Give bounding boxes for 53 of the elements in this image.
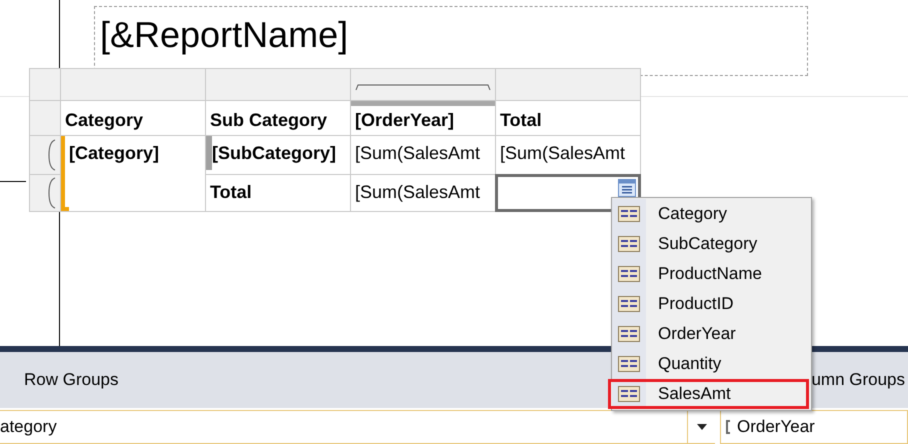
menu-item-label: ProductName xyxy=(657,263,762,286)
row-group-bracket-icon xyxy=(48,177,56,209)
row-handle[interactable] xyxy=(30,101,60,135)
field-icon xyxy=(618,386,640,402)
table-header-cell: Category xyxy=(61,101,205,135)
field-icon xyxy=(618,266,640,282)
table-header-cell: [OrderYear] xyxy=(351,101,495,135)
menu-item-label: Category xyxy=(657,203,727,226)
caret-down-icon xyxy=(696,424,706,430)
cell-text: [Sum(SalesAmt xyxy=(500,143,626,163)
field-list-icon[interactable] xyxy=(618,179,636,197)
row-handle[interactable] xyxy=(30,175,60,211)
group-name: ategory xyxy=(0,416,58,438)
group-marker-icon xyxy=(206,136,212,170)
row-handle[interactable] xyxy=(30,136,60,174)
cell-text: [Sum(SalesAmt xyxy=(355,143,480,163)
column-group-field[interactable]: OrderYear xyxy=(720,410,908,444)
table-header-cell: Total xyxy=(496,101,640,135)
group-bracket-icon xyxy=(726,420,731,434)
menu-item[interactable]: Quantity xyxy=(612,349,811,379)
menu-item[interactable]: ProductID xyxy=(612,289,811,319)
menu-item-label: SalesAmt xyxy=(657,383,731,406)
menu-item[interactable]: OrderYear xyxy=(612,319,811,349)
cell-text: [Category] xyxy=(69,143,160,163)
cell-text: [SubCategory] xyxy=(211,143,336,163)
field-icon xyxy=(618,326,640,342)
row-groups-label: Row Groups xyxy=(24,369,118,392)
menu-item[interactable]: SalesAmt xyxy=(608,379,809,409)
column-handle[interactable] xyxy=(496,69,640,100)
column-handle[interactable] xyxy=(351,69,495,100)
column-groups-label: umn Groups xyxy=(811,369,905,392)
menu-item-label: OrderYear xyxy=(657,323,736,346)
menu-item[interactable]: ProductName xyxy=(612,259,811,289)
menu-item[interactable]: SubCategory xyxy=(612,229,811,259)
report-title-textbox[interactable]: [&ReportName] xyxy=(94,6,808,76)
column-handle[interactable] xyxy=(206,69,350,100)
field-icon xyxy=(618,206,640,222)
field-icon xyxy=(618,296,640,312)
table-cell[interactable] xyxy=(496,175,640,211)
menu-item-label: SubCategory xyxy=(657,233,758,256)
menu-item-label: ProductID xyxy=(657,293,734,316)
cell-text: [Sum(SalesAmt xyxy=(355,182,480,202)
group-name: OrderYear xyxy=(737,416,815,438)
table[interactable]: Category Sub Category [OrderYear] Total [Category] [SubCategory] [Sum(SalesAmt [Sum(SalesAmt Total [Sum(SalesAmt xyxy=(29,68,641,212)
row-group-field[interactable]: ategory xyxy=(0,410,715,444)
cell-text: Total xyxy=(210,182,252,202)
field-icon xyxy=(618,356,640,372)
column-group-bracket-icon xyxy=(355,84,491,90)
row-group-bracket-icon xyxy=(48,139,56,171)
field-icon xyxy=(618,236,640,252)
column-handle[interactable] xyxy=(61,69,205,100)
menu-item-label: Quantity xyxy=(657,353,722,376)
table-header-cell: Sub Category xyxy=(206,101,350,135)
